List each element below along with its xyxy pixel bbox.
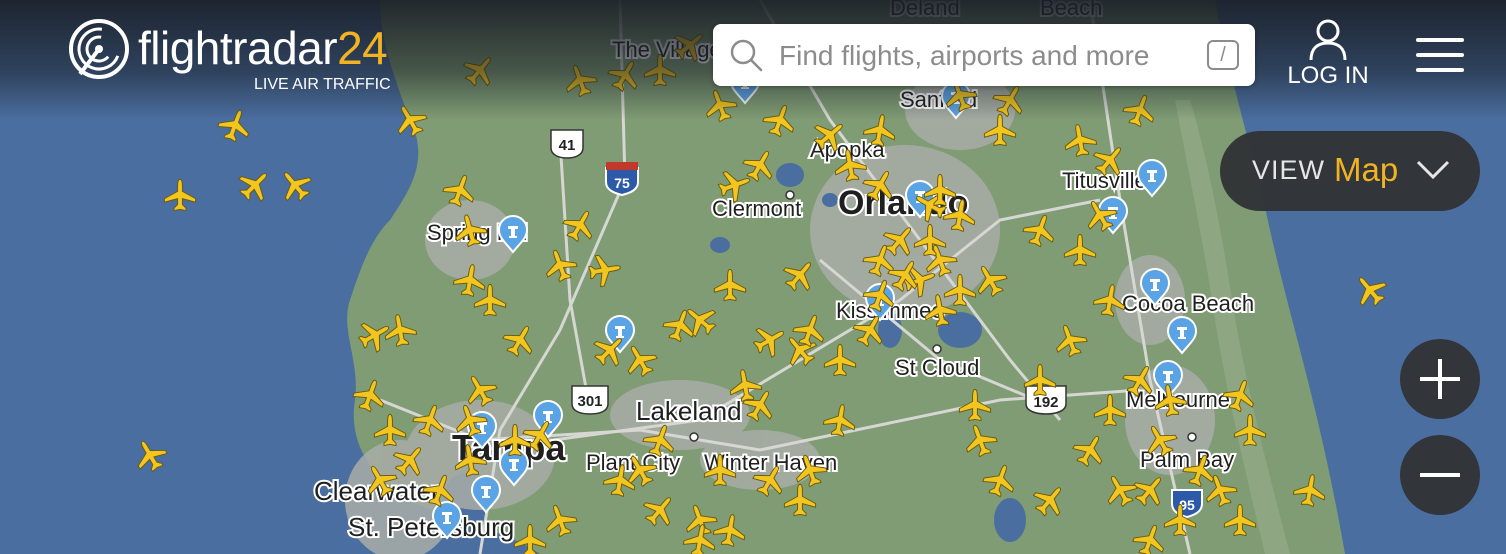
svg-text:75: 75 — [614, 175, 630, 191]
zoom-out-button[interactable] — [1400, 435, 1480, 515]
search-input[interactable] — [777, 24, 1181, 88]
user-icon — [1309, 19, 1347, 61]
city-label: Beach — [1040, 0, 1102, 20]
menu-icon-bar — [1416, 38, 1464, 42]
hamburger-menu-button[interactable] — [1412, 34, 1468, 76]
menu-icon-bar — [1416, 53, 1464, 57]
road-shield-301: 301 — [571, 385, 609, 415]
svg-text:301: 301 — [577, 393, 602, 410]
flightradar24-logo[interactable]: flightradar24 LIVE AIR TRAFFIC — [68, 18, 408, 98]
plus-icon — [1420, 359, 1460, 399]
city-label: Lakeland — [636, 396, 742, 426]
city-label: St Cloud — [895, 355, 979, 380]
logo-text-accent: 24 — [337, 22, 388, 74]
city-label: Cocoa Beach — [1122, 291, 1254, 316]
flightradar-app: 41 75 301 192 95 The Village Deland Beac… — [0, 0, 1506, 554]
search-box[interactable]: / — [713, 24, 1255, 88]
search-icon — [730, 39, 763, 72]
view-label: VIEW — [1252, 155, 1326, 185]
view-value: Map — [1334, 151, 1399, 188]
road-shield-95: 95 — [1171, 489, 1203, 519]
login-label: LOG IN — [1287, 62, 1369, 89]
view-selector[interactable]: VIEW Map — [1220, 131, 1480, 211]
minus-icon — [1420, 473, 1460, 477]
road-shield-41: 41 — [550, 129, 584, 159]
logo-wordmark: flightradar24 — [138, 20, 388, 76]
road-shield-75: 75 — [605, 162, 639, 197]
logo-subtitle: LIVE AIR TRAFFIC — [254, 76, 391, 93]
svg-text:192: 192 — [1033, 394, 1058, 411]
zoom-in-button[interactable] — [1400, 339, 1480, 419]
city-label: St. Petersburg — [348, 512, 514, 542]
svg-text:41: 41 — [559, 137, 576, 154]
login-button[interactable]: LOG IN — [1282, 18, 1374, 92]
city-label: The Village — [612, 37, 722, 62]
menu-icon-bar — [1416, 68, 1464, 72]
city-label: Clermont — [712, 196, 801, 221]
radar-logo-icon — [69, 19, 129, 79]
logo-text-main: flightradar — [138, 22, 338, 74]
chevron-down-icon — [1416, 160, 1450, 180]
road-shield-192: 192 — [1025, 385, 1067, 415]
search-shortcut-key: / — [1207, 40, 1239, 70]
city-label: Deland — [890, 0, 960, 20]
